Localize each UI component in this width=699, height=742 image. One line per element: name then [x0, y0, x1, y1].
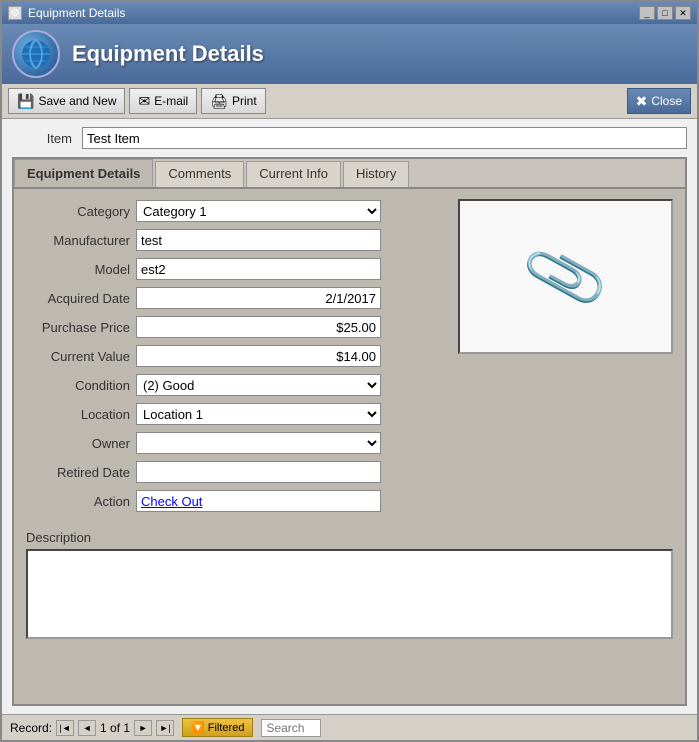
category-label: Category [26, 204, 136, 219]
model-row: Model [26, 257, 438, 281]
purchase-price-row: Purchase Price [26, 315, 438, 339]
attachment-box[interactable]: 📎 [458, 199, 673, 354]
close-title-button[interactable]: ✕ [675, 6, 691, 20]
save-icon: 💾 [17, 93, 34, 110]
print-icon: 🖨 [210, 93, 228, 110]
condition-label: Condition [26, 378, 136, 393]
acquired-date-row: Acquired Date [26, 286, 438, 310]
close-icon: ✖ [636, 93, 648, 110]
print-button[interactable]: 🖨 Print [201, 88, 265, 114]
manufacturer-label: Manufacturer [26, 233, 136, 248]
retired-date-label: Retired Date [26, 465, 136, 480]
save-and-new-label: Save and New [38, 94, 116, 108]
action-label: Action [26, 494, 136, 509]
manufacturer-row: Manufacturer [26, 228, 438, 252]
item-label: Item [12, 131, 72, 146]
location-select[interactable]: Location 1 [136, 403, 381, 425]
email-label: E-mail [154, 94, 188, 108]
item-input[interactable] [82, 127, 687, 149]
header-area: Equipment Details [2, 24, 697, 84]
status-bar: Record: |◄ ◄ 1 of 1 ► ►| 🔽 Filtered [2, 714, 697, 740]
record-position: 1 of 1 [100, 721, 130, 735]
title-bar-left: ⚙ Equipment Details [8, 6, 125, 20]
description-label: Description [26, 530, 673, 545]
current-value-label: Current Value [26, 349, 136, 364]
nav-next-button[interactable]: ► [134, 720, 152, 736]
tab-equipment-details[interactable]: Equipment Details [14, 159, 153, 187]
form-grid: Category Category 1 Manufacturer [26, 199, 673, 518]
tabs-header: Equipment Details Comments Current Info … [14, 159, 685, 189]
acquired-date-label: Acquired Date [26, 291, 136, 306]
retired-date-input[interactable] [136, 461, 381, 483]
filtered-button[interactable]: 🔽 Filtered [182, 718, 253, 737]
title-bar-controls: _ □ ✕ [639, 6, 691, 20]
window-icon: ⚙ [8, 6, 22, 20]
location-label: Location [26, 407, 136, 422]
content-area: Item Equipment Details Comments Current … [2, 119, 697, 714]
save-and-new-button[interactable]: 💾 Save and New [8, 88, 125, 114]
model-label: Model [26, 262, 136, 277]
category-select[interactable]: Category 1 [136, 200, 381, 222]
item-row: Item [12, 127, 687, 149]
checkout-link[interactable]: Check Out [141, 494, 202, 509]
filter-icon: 🔽 [191, 721, 205, 734]
manufacturer-input[interactable] [136, 229, 381, 251]
filtered-label: Filtered [208, 722, 245, 734]
main-window: ⚙ Equipment Details _ □ ✕ Equipment Deta… [0, 0, 699, 742]
nav-last-button[interactable]: ►| [156, 720, 174, 736]
action-value-box: Check Out [136, 490, 381, 512]
window-title: Equipment Details [28, 6, 125, 20]
current-value-input[interactable] [136, 345, 381, 367]
tabs-container: Equipment Details Comments Current Info … [12, 157, 687, 706]
status-record: Record: |◄ ◄ 1 of 1 ► ►| [10, 720, 174, 736]
condition-select[interactable]: (2) Good [136, 374, 381, 396]
close-label: Close [651, 94, 682, 108]
toolbar-left: 💾 Save and New ✉ E-mail 🖨 Print [8, 88, 266, 114]
minimize-button[interactable]: _ [639, 6, 655, 20]
owner-label: Owner [26, 436, 136, 451]
owner-select[interactable] [136, 432, 381, 454]
action-row: Action Check Out [26, 489, 438, 513]
print-label: Print [232, 94, 257, 108]
owner-row: Owner [26, 431, 438, 455]
location-row: Location Location 1 [26, 402, 438, 426]
nav-prev-button[interactable]: ◄ [78, 720, 96, 736]
email-icon: ✉ [138, 93, 150, 110]
page-title: Equipment Details [72, 41, 264, 67]
record-label: Record: [10, 721, 52, 735]
form-fields: Category Category 1 Manufacturer [26, 199, 438, 518]
title-bar: ⚙ Equipment Details _ □ ✕ [2, 2, 697, 24]
description-textarea[interactable] [26, 549, 673, 639]
category-row: Category Category 1 [26, 199, 438, 223]
purchase-price-input[interactable] [136, 316, 381, 338]
nav-first-button[interactable]: |◄ [56, 720, 74, 736]
retired-date-row: Retired Date [26, 460, 438, 484]
close-button[interactable]: ✖ Close [627, 88, 691, 114]
toolbar: 💾 Save and New ✉ E-mail 🖨 Print ✖ Close [2, 84, 697, 119]
tab-content-equipment-details: Category Category 1 Manufacturer [14, 189, 685, 704]
search-input[interactable] [261, 719, 321, 737]
model-input[interactable] [136, 258, 381, 280]
app-logo [12, 30, 60, 78]
tab-comments[interactable]: Comments [155, 161, 244, 187]
current-value-row: Current Value [26, 344, 438, 368]
restore-button[interactable]: □ [657, 6, 673, 20]
acquired-date-input[interactable] [136, 287, 381, 309]
condition-row: Condition (2) Good [26, 373, 438, 397]
purchase-price-label: Purchase Price [26, 320, 136, 335]
paperclip-icon: 📎 [518, 230, 612, 322]
tab-history[interactable]: History [343, 161, 409, 187]
tab-current-info[interactable]: Current Info [246, 161, 341, 187]
email-button[interactable]: ✉ E-mail [129, 88, 197, 114]
description-section: Description [26, 530, 673, 642]
